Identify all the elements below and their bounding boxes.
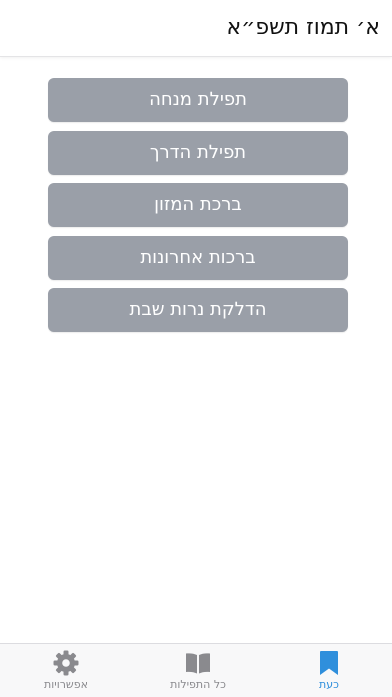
book-icon	[186, 653, 210, 674]
tab-now-label: כעת	[319, 678, 339, 691]
mincha-prayer-button[interactable]: תפילת מנחה	[48, 78, 348, 122]
tab-now[interactable]: כעת	[279, 644, 379, 697]
prayer-menu: תפילת מנחה תפילת הדרך ברכת המזון ברכות א…	[48, 78, 348, 341]
page-title: א׳ תמוז תשפ״א	[226, 15, 380, 40]
grace-after-meals-button[interactable]: ברכת המזון	[48, 183, 348, 227]
header-bar: א׳ תמוז תשפ״א	[0, 0, 392, 57]
gear-icon	[53, 650, 79, 676]
tab-all-prayers[interactable]: כל התפילות	[148, 644, 248, 697]
tab-all-prayers-label: כל התפילות	[170, 678, 226, 691]
tab-bar: אפשרויות כל התפילות כעת	[0, 643, 392, 697]
travelers-prayer-button[interactable]: תפילת הדרך	[48, 130, 348, 175]
tab-settings[interactable]: אפשרויות	[16, 644, 116, 697]
after-blessings-button[interactable]: ברכות אחרונות	[48, 235, 348, 280]
tab-settings-label: אפשרויות	[44, 678, 88, 691]
bookmark-icon	[320, 651, 338, 675]
shabbat-candle-lighting-button[interactable]: הדלקת נרות שבת	[48, 288, 348, 332]
